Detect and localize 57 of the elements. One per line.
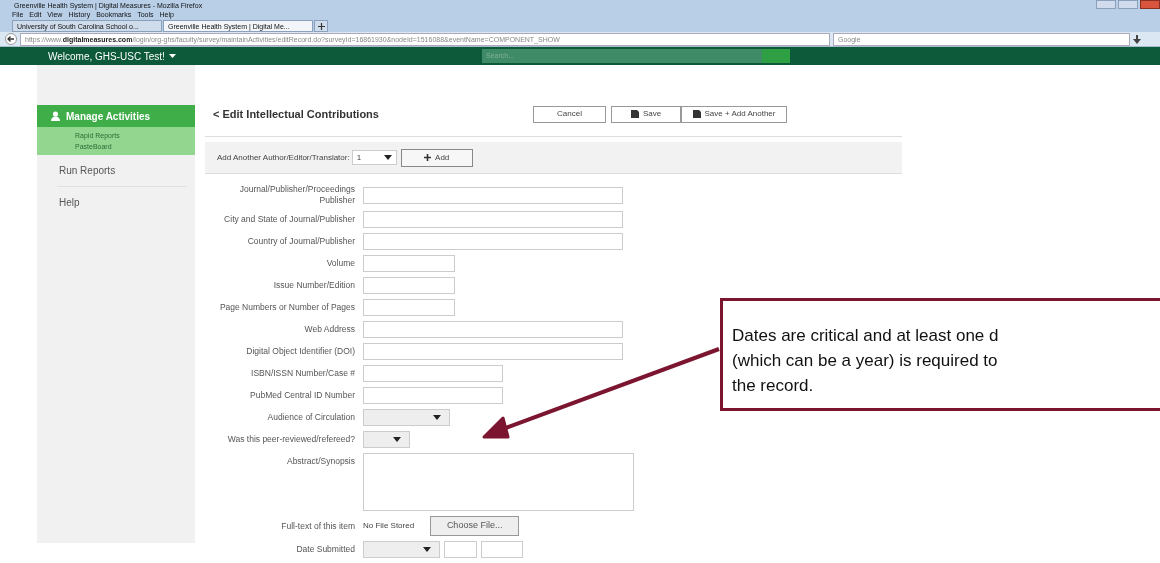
sidebar-item[interactable]: Help xyxy=(57,187,187,218)
close-icon[interactable] xyxy=(1140,0,1160,9)
sidebar-item[interactable]: Run Reports xyxy=(57,155,187,187)
field-label: Was this peer-reviewed/refereed? xyxy=(226,434,355,445)
caret-icon xyxy=(168,54,176,58)
field-label: Volume xyxy=(325,258,355,269)
plus-icon xyxy=(317,22,325,30)
person-icon xyxy=(51,111,60,121)
file-status: No File Stored xyxy=(363,520,415,532)
field-label: Country of Journal/Publisher xyxy=(246,236,355,247)
text-field[interactable] xyxy=(444,541,477,558)
caret-icon xyxy=(383,155,392,160)
text-field[interactable] xyxy=(363,299,455,316)
cancel-button[interactable]: Cancel xyxy=(533,105,606,123)
field-label: Full-text of this item xyxy=(280,520,355,532)
add-button[interactable]: Add xyxy=(400,148,473,167)
welcome-menu[interactable]: Welcome, GHS-USC Test! xyxy=(48,48,176,64)
search-button[interactable] xyxy=(762,49,790,63)
text-field[interactable] xyxy=(363,255,455,272)
text-area[interactable] xyxy=(363,453,634,511)
count-dropdown[interactable]: 1 xyxy=(351,150,397,165)
text-field[interactable] xyxy=(363,233,623,250)
text-field[interactable] xyxy=(363,343,623,360)
text-field[interactable] xyxy=(363,321,623,338)
field-label: Issue Number/Edition xyxy=(272,280,355,291)
page-title: < Edit Intellectual Contributions xyxy=(213,106,380,122)
restore-icon[interactable] xyxy=(1118,0,1138,9)
text-field[interactable] xyxy=(363,387,503,404)
field-label: Web Address xyxy=(303,324,355,335)
field-label: City and State of Journal/Publisher xyxy=(223,214,355,225)
plus-icon xyxy=(424,154,432,161)
field-label: Audience of Circulation xyxy=(266,412,355,423)
field-label: Journal/Publisher/Proceedings Publisher xyxy=(238,184,355,206)
back-icon[interactable] xyxy=(5,33,17,45)
caret-icon xyxy=(433,415,441,420)
minimize-icon[interactable] xyxy=(1096,0,1116,9)
download-icon[interactable] xyxy=(1133,34,1141,44)
text-field[interactable] xyxy=(481,541,523,558)
field-label: Date Submitted xyxy=(295,544,355,555)
field-label: Digital Object Identifier (DOI) xyxy=(245,346,355,357)
text-field[interactable] xyxy=(363,277,455,294)
dropdown[interactable] xyxy=(363,431,410,448)
caret-icon xyxy=(423,547,431,552)
save-add-button[interactable]: Save + Add Another xyxy=(681,105,787,123)
text-field[interactable] xyxy=(363,211,623,228)
save-button[interactable]: Save xyxy=(611,105,681,123)
callout-text: Dates are critical and at least one d (which can be a year) is required to the record. xyxy=(732,325,1000,397)
author-label: Add Another Author/Editor/Translator: xyxy=(217,151,350,164)
field-label: Page Numbers or Number of Pages xyxy=(218,302,355,313)
new-tab-button[interactable] xyxy=(314,20,328,32)
text-field[interactable] xyxy=(363,365,503,382)
field-label: Abstract/Synopsis xyxy=(285,455,355,467)
field-label: PubMed Central ID Number xyxy=(249,390,355,401)
choose-file-button[interactable]: Choose File... xyxy=(430,516,520,536)
caret-icon xyxy=(393,437,401,442)
text-field[interactable] xyxy=(363,186,623,204)
field-label: ISBN/ISSN Number/Case # xyxy=(250,368,355,379)
